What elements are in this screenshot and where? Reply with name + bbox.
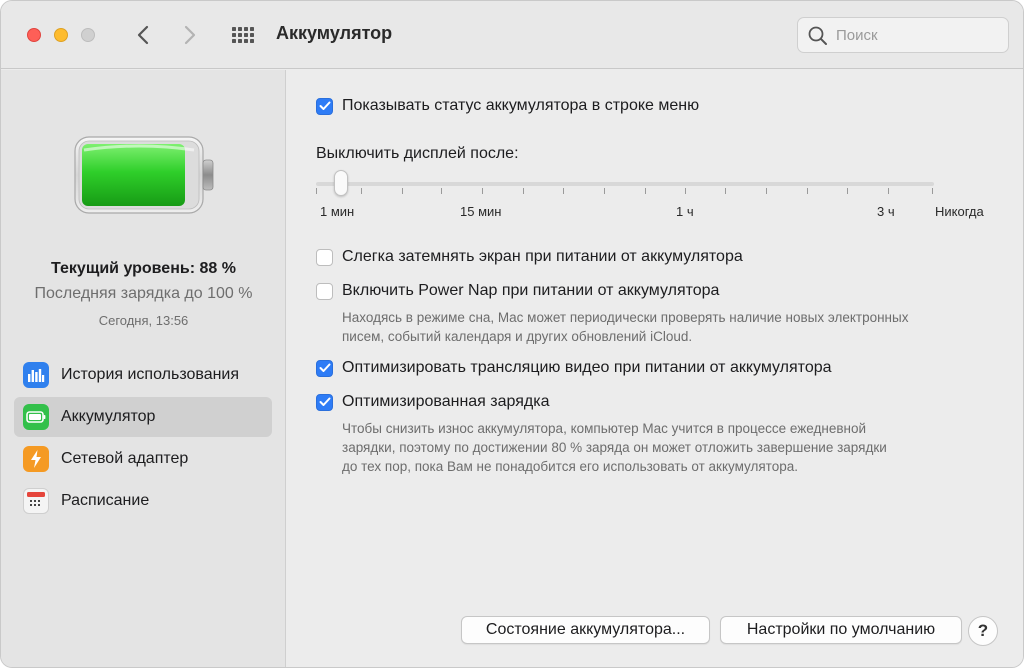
optimize-video-row[interactable]: Оптимизировать трансляцию видео при пита… — [316, 359, 832, 377]
sidebar-item-usage-history[interactable]: История использования — [14, 355, 272, 395]
sidebar-item-battery[interactable]: Аккумулятор — [14, 397, 272, 437]
slider-label-never: Никогда — [935, 204, 984, 219]
sidebar-item-label: Аккумулятор — [61, 408, 156, 425]
forward-button[interactable] — [176, 21, 204, 49]
chevron-right-icon — [184, 25, 196, 45]
slider-tick — [725, 188, 726, 194]
checkmark-icon — [319, 397, 330, 406]
slider-thumb[interactable] — [334, 170, 348, 196]
calendar-icon — [23, 488, 49, 514]
slider-tick — [645, 188, 646, 194]
checkmark-icon — [319, 363, 330, 372]
sidebar-item-schedule[interactable]: Расписание — [14, 481, 272, 521]
battery-health-button[interactable]: Состояние аккумулятора... — [461, 616, 710, 644]
optimize-video-label: Оптимизировать трансляцию видео при пита… — [342, 359, 832, 376]
slider-tick — [482, 188, 483, 194]
slider-tick — [766, 188, 767, 194]
display-off-title: Выключить дисплей после: — [316, 145, 519, 162]
slider-label-1-min: 1 мин — [320, 204, 355, 219]
power-nap-label: Включить Power Nap при питании от аккуму… — [342, 282, 720, 299]
slider-tick — [685, 188, 686, 194]
display-off-slider[interactable] — [316, 170, 936, 200]
chevron-left-icon — [137, 25, 149, 45]
preferences-window: Аккумулятор Поиск Текущий уровень: 88 % … — [0, 0, 1024, 668]
sidebar-item-label: Сетевой адаптер — [61, 450, 189, 467]
power-nap-description: Находясь в режиме сна, Mac может периоди… — [342, 310, 909, 344]
optimize-video-checkbox[interactable] — [316, 359, 333, 377]
grid-icon — [232, 27, 254, 43]
slider-tick — [523, 188, 524, 194]
slider-tick — [604, 188, 605, 194]
usage-history-icon — [23, 362, 49, 388]
slider-label-15-min: 15 мин — [460, 204, 502, 219]
main-panel: Показывать статус аккумулятора в строке … — [287, 70, 1023, 667]
search-icon — [808, 26, 827, 45]
last-charge-time: Сегодня, 13:56 — [98, 313, 189, 328]
optimized-charging-row[interactable]: Оптимизированная зарядка — [316, 393, 549, 411]
power-nap-row[interactable]: Включить Power Nap при питании от аккуму… — [316, 282, 719, 300]
checkmark-icon — [319, 101, 330, 110]
dim-screen-row[interactable]: Слегка затемнять экран при питании от ак… — [316, 248, 743, 266]
optimized-charging-checkbox[interactable] — [316, 393, 333, 411]
slider-tick — [361, 188, 362, 194]
optimized-charging-description: Чтобы снизить износ аккумулятора, компью… — [342, 421, 887, 474]
battery-level-text: Текущий уровень: 88 % — [51, 260, 236, 277]
restore-defaults-button[interactable]: Настройки по умолчанию — [720, 616, 962, 644]
battery-icon — [23, 404, 49, 430]
slider-tick — [402, 188, 403, 194]
minimize-window-button[interactable] — [54, 28, 68, 42]
help-button[interactable]: ? — [968, 616, 998, 646]
slider-tick — [316, 188, 317, 194]
search-input[interactable] — [836, 24, 1000, 46]
window-title: Аккумулятор — [276, 23, 393, 43]
slider-tick — [807, 188, 808, 194]
dim-screen-label: Слегка затемнять экран при питании от ак… — [342, 248, 743, 265]
slider-label-1-hour: 1 ч — [676, 204, 694, 219]
show-all-button[interactable] — [229, 21, 257, 49]
battery-level-graphic — [74, 136, 214, 214]
power-nap-checkbox[interactable] — [316, 282, 333, 300]
show-battery-status-row[interactable]: Показывать статус аккумулятора в строке … — [316, 97, 699, 115]
dim-screen-checkbox[interactable] — [316, 248, 333, 266]
power-adapter-icon — [23, 446, 49, 472]
slider-tick — [563, 188, 564, 194]
last-charge-text: Последняя зарядка до 100 % — [34, 285, 253, 302]
slider-tick — [888, 188, 889, 194]
slider-label-3-hours: 3 ч — [877, 204, 895, 219]
close-window-button[interactable] — [27, 28, 41, 42]
back-button[interactable] — [129, 21, 157, 49]
sidebar-item-label: История использования — [61, 366, 240, 383]
show-battery-status-label: Показывать статус аккумулятора в строке … — [342, 97, 700, 114]
battery-fill — [82, 144, 185, 206]
slider-track — [316, 182, 934, 186]
sidebar-item-power-adapter[interactable]: Сетевой адаптер — [14, 439, 272, 479]
slider-tick — [932, 188, 933, 194]
title-bar: Аккумулятор — [1, 1, 1023, 69]
slider-tick — [847, 188, 848, 194]
sidebar: Текущий уровень: 88 % Последняя зарядка … — [1, 70, 286, 667]
show-battery-status-checkbox[interactable] — [316, 97, 333, 115]
zoom-window-button[interactable] — [81, 28, 95, 42]
optimized-charging-label: Оптимизированная зарядка — [342, 393, 550, 410]
sidebar-item-label: Расписание — [61, 492, 150, 509]
search-field[interactable] — [797, 17, 1009, 53]
slider-tick — [441, 188, 442, 194]
